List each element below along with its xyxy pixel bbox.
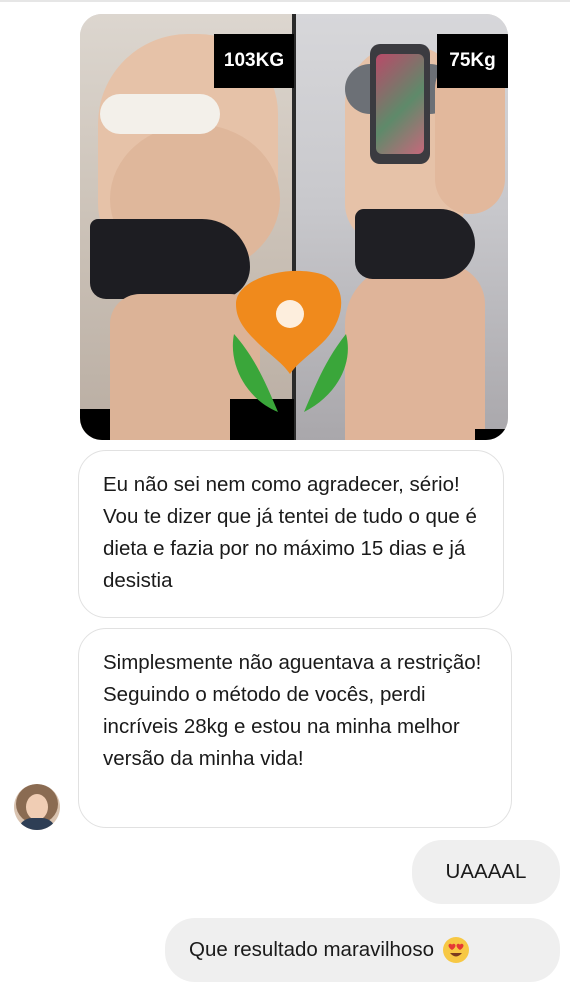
top-divider bbox=[0, 0, 570, 2]
message-text: Que resultado maravilhoso bbox=[189, 938, 434, 961]
after-legs bbox=[345, 264, 485, 440]
brand-logo-icon bbox=[232, 270, 348, 412]
message-text: Simplesmente não aguentava a restrição! … bbox=[103, 651, 482, 770]
after-phone bbox=[370, 44, 430, 164]
before-bra bbox=[100, 94, 220, 134]
heart-eyes-emoji-icon bbox=[443, 937, 469, 963]
before-weight-tag: 103KG bbox=[214, 34, 294, 88]
black-block bbox=[80, 409, 110, 440]
avatar-shirt bbox=[18, 818, 56, 830]
before-after-photo[interactable]: 103KG 75Kg bbox=[80, 14, 508, 440]
outgoing-message[interactable]: UAAAAL bbox=[412, 840, 560, 904]
black-block bbox=[475, 429, 508, 440]
sender-avatar[interactable] bbox=[14, 784, 60, 830]
incoming-message[interactable]: Simplesmente não aguentava a restrição! … bbox=[78, 628, 512, 828]
message-text: Eu não sei nem como agradecer, sério! Vo… bbox=[103, 473, 477, 592]
incoming-message[interactable]: Eu não sei nem como agradecer, sério! Vo… bbox=[78, 450, 504, 618]
after-weight-tag: 75Kg bbox=[437, 34, 508, 88]
outgoing-message[interactable]: Que resultado maravilhoso bbox=[165, 918, 560, 982]
after-underwear bbox=[355, 209, 475, 279]
message-text: UAAAAL bbox=[445, 860, 527, 883]
avatar-face bbox=[26, 794, 48, 820]
